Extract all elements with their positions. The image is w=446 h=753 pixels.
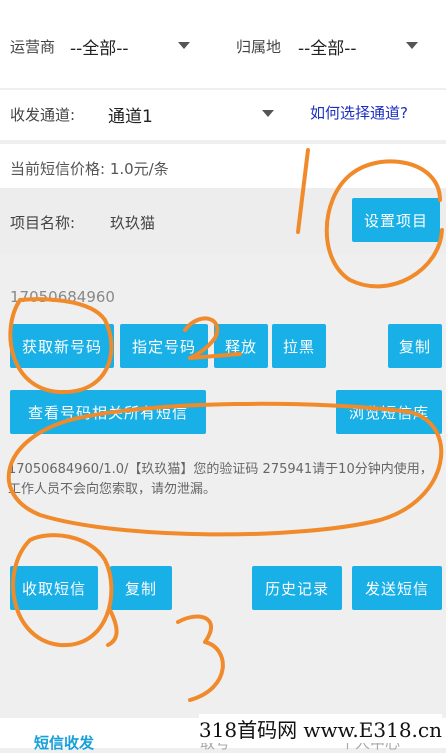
channel-label: 收发通道: [10,106,76,124]
phone-number: 17050684960 [10,288,115,306]
project-label: 项目名称: [10,214,76,232]
send-sms-button[interactable]: 发送短信 [352,566,442,610]
copy-number-button[interactable]: 复制 [388,324,442,368]
blacklist-button[interactable]: 拉黑 [272,324,326,368]
receive-sms-button[interactable]: 收取短信 [10,566,98,610]
assign-number-button[interactable]: 指定号码 [120,324,208,368]
operator-select[interactable]: --全部-- [70,34,129,59]
project-row: 项目名称: 玖玖猫 设置项目 [0,188,446,254]
channel-chevron-down-icon[interactable] [262,110,274,117]
channel-help-link[interactable]: 如何选择通道? [310,102,408,123]
price-row: 当前短信价格: 1.0元/条 [0,144,446,188]
project-name: 玖玖猫 [110,214,156,232]
operator-label: 运营商 [10,38,56,56]
copy-sms-button[interactable]: 复制 [110,566,172,610]
annotation-mark-3 [176,614,225,702]
tab-sms[interactable]: 短信收发 [34,732,94,753]
location-chevron-down-icon[interactable] [406,42,418,49]
price-text: 当前短信价格: 1.0元/条 [10,160,169,178]
channel-select[interactable]: 通道1 [108,102,153,127]
browse-sms-library-button[interactable]: 浏览短信库 [336,390,442,434]
set-project-button[interactable]: 设置项目 [352,198,440,242]
get-new-number-button[interactable]: 获取新号码 [10,324,114,368]
channel-row: 收发通道: 通道1 如何选择通道? [0,90,446,140]
history-button[interactable]: 历史记录 [252,566,342,610]
sms-content: 17050684960/1.0/【玖玖猫】您的验证码 275941请于10分钟内… [8,462,433,497]
site-watermark: 318首码网 www.E318.cn [198,714,442,743]
filter-row: 运营商 --全部-- 归属地 --全部-- [0,0,446,88]
view-all-sms-button[interactable]: 查看号码相关所有短信 [10,390,206,434]
release-button[interactable]: 释放 [214,324,268,368]
location-label: 归属地 [236,38,282,56]
location-select[interactable]: --全部-- [298,34,357,59]
operator-chevron-down-icon[interactable] [178,42,190,49]
